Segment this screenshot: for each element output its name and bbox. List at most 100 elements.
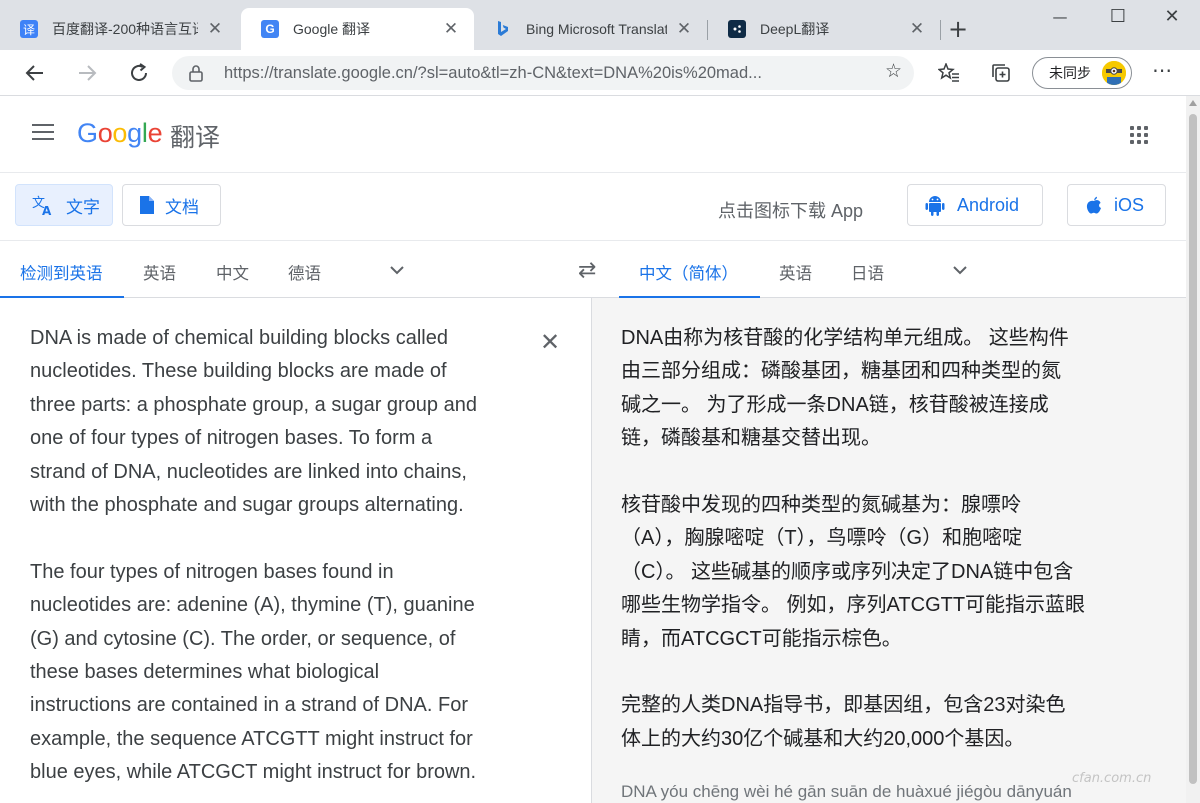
translation-output-panel: DNA由称为核苷酸的化学结构单元组成。 这些构件 由三部分组成：磷酸基团，糖基团…: [591, 298, 1186, 803]
translation-line: DNA由称为核苷酸的化学结构单元组成。 这些构件: [621, 327, 1069, 349]
target-lang-japanese[interactable]: 日语: [851, 260, 884, 284]
arrow-left-icon: [25, 65, 43, 81]
android-app-button[interactable]: Android: [907, 184, 1043, 226]
apple-icon: [1086, 196, 1102, 215]
maximize-button[interactable]: ☐: [1103, 6, 1133, 27]
logo-letter: o: [97, 118, 113, 148]
document-icon: [139, 195, 155, 215]
source-lang-chinese[interactable]: 中文: [216, 260, 249, 284]
mode-bar: 文A 文字 文档 点击图标下载 App Android iOS: [0, 172, 1186, 240]
lock-icon: [188, 64, 204, 87]
logo-letter: e: [147, 118, 163, 148]
product-name: 翻译: [170, 124, 221, 152]
google-translate-header: Google 翻译: [0, 96, 1186, 172]
tab-bing-translator[interactable]: Bing Microsoft Translator ✕: [474, 8, 707, 50]
browser-tab-strip: 译 百度翻译-200种语言互译 ✕ G Google 翻译 ✕ Bing Mic…: [0, 0, 1200, 50]
close-tab-icon[interactable]: ✕: [908, 19, 926, 39]
source-line: (G) and cytosine (C). The order, or sequ…: [30, 627, 456, 650]
translation-line: 睛，而ATCGCT可能指示棕色。: [621, 627, 902, 650]
scroll-up-arrow-icon[interactable]: [1189, 100, 1197, 106]
android-label: Android: [957, 194, 1020, 215]
tab-deepl[interactable]: DeepL翻译 ✕: [708, 8, 940, 50]
source-text-panel[interactable]: DNA is made of chemical building blocks …: [0, 298, 591, 803]
translation-line: 哪些生物学指令。 例如，序列ATCGTT可能指示蓝眼: [621, 594, 1086, 617]
tab-separator: [940, 20, 941, 40]
source-line: blue eyes, while ATCGCT might instruct f…: [30, 761, 477, 784]
avatar: [1102, 61, 1126, 85]
close-tab-icon[interactable]: ✕: [675, 19, 693, 39]
back-button[interactable]: [20, 58, 50, 88]
refresh-icon: [131, 63, 147, 81]
clear-source-close-icon[interactable]: ✕: [540, 328, 560, 356]
collections-button[interactable]: [986, 58, 1016, 88]
target-lang-selected[interactable]: 中文（简体）: [639, 260, 738, 284]
svg-text:A: A: [42, 204, 52, 216]
tab-title: DeepL翻译: [760, 21, 830, 37]
translation-line: 由三部分组成：磷酸基团，糖基团和四种类型的氮: [621, 360, 1061, 383]
documents-mode-button[interactable]: 文档: [122, 184, 221, 226]
tab-google-translate[interactable]: G Google 翻译 ✕: [241, 8, 474, 50]
translation-line: 完整的人类DNA指导书，即基因组，包含23对染色: [621, 694, 1066, 717]
tab-baidu[interactable]: 译 百度翻译-200种语言互译 ✕: [0, 8, 238, 50]
hamburger-menu-icon[interactable]: [32, 124, 54, 142]
translate-icon: 文A: [32, 194, 56, 216]
favorite-star-icon[interactable]: ☆: [885, 60, 902, 82]
favorites-button[interactable]: [934, 58, 964, 88]
language-bar: 检测到英语 英语 中文 德语 ⇄ 中文（简体） 英语 日语: [0, 240, 1186, 299]
new-tab-button[interactable]: +: [948, 15, 968, 43]
close-tab-icon[interactable]: ✕: [442, 19, 460, 39]
android-icon: [925, 194, 945, 216]
logo-letter: G: [77, 118, 98, 148]
download-app-label: 点击图标下载 App: [718, 201, 864, 221]
source-line: with the phosphate and sugar groups alte…: [30, 494, 464, 516]
logo-letter: g: [127, 118, 142, 148]
source-line: one of four types of nitrogen bases. To …: [30, 427, 433, 450]
source-lang-english[interactable]: 英语: [143, 260, 176, 284]
swap-languages-icon[interactable]: ⇄: [578, 258, 596, 283]
tab-title: Bing Microsoft Translator: [526, 21, 667, 37]
sync-label: 未同步: [1049, 65, 1091, 81]
browser-toolbar: https://translate.google.cn/?sl=auto&tl=…: [0, 50, 1200, 96]
profile-sync-button[interactable]: 未同步: [1032, 57, 1132, 89]
translation-panels: DNA is made of chemical building blocks …: [0, 298, 1186, 803]
source-lang-german[interactable]: 德语: [288, 260, 321, 284]
google-logo[interactable]: Google: [77, 118, 163, 149]
more-menu-button[interactable]: ⋯: [1152, 58, 1173, 82]
forward-button[interactable]: [72, 58, 102, 88]
scrollbar-thumb[interactable]: [1189, 114, 1197, 784]
text-mode-button[interactable]: 文A 文字: [15, 184, 113, 226]
url-text: https://translate.google.cn/?sl=auto&tl=…: [224, 64, 762, 82]
transliteration-text: DNA yóu chēng wèi hé gān suān de huàxué …: [621, 782, 1072, 801]
watermark: cfan.com.cn: [1072, 771, 1152, 786]
translation-line: 链，磷酸基和糖基交替出现。: [621, 427, 881, 450]
refresh-button[interactable]: [124, 58, 154, 88]
apps-grid-icon[interactable]: [1130, 126, 1148, 144]
minimize-button[interactable]: —: [1045, 8, 1075, 26]
documents-mode-label: 文档: [165, 197, 199, 217]
source-line: DNA is made of chemical building blocks …: [30, 327, 448, 349]
deepl-icon: [728, 20, 746, 38]
source-line: nucleotides. These building blocks are m…: [30, 360, 447, 383]
source-line: The four types of nitrogen bases found i…: [30, 560, 394, 583]
source-lang-detected[interactable]: 检测到英语: [20, 260, 103, 284]
ios-label: iOS: [1114, 194, 1145, 215]
ios-app-button[interactable]: iOS: [1067, 184, 1166, 226]
arrow-right-icon: [79, 65, 97, 81]
google-translate-icon: G: [261, 20, 279, 38]
source-line: strand of DNA, nucleotides are linked in…: [30, 460, 467, 483]
page-scrollbar[interactable]: [1186, 96, 1200, 803]
source-line: nucleotides are: adenine (A), thymine (T…: [30, 594, 475, 617]
target-lang-english[interactable]: 英语: [779, 260, 812, 284]
target-lang-more-chevron-down-icon[interactable]: [953, 263, 967, 277]
text-mode-label: 文字: [66, 197, 100, 217]
close-tab-icon[interactable]: ✕: [206, 19, 224, 39]
address-bar[interactable]: https://translate.google.cn/?sl=auto&tl=…: [172, 56, 914, 90]
source-line: these bases determines what biological: [30, 661, 380, 683]
source-lang-more-chevron-down-icon[interactable]: [390, 263, 404, 277]
translation-line: （C）。 这些碱基的顺序或序列决定了DNA链中包含: [621, 560, 1074, 583]
tab-title: 百度翻译-200种语言互译: [52, 21, 198, 37]
translation-line: 碱之一。 为了形成一条DNA链，核苷酸被连接成: [621, 393, 1049, 416]
translation-line: 体上的大约30亿个碱基和大约20,000个基因。: [621, 727, 1025, 750]
close-window-button[interactable]: ✕: [1157, 6, 1187, 27]
source-line: example, the sequence ATCGTT might instr…: [30, 727, 473, 750]
